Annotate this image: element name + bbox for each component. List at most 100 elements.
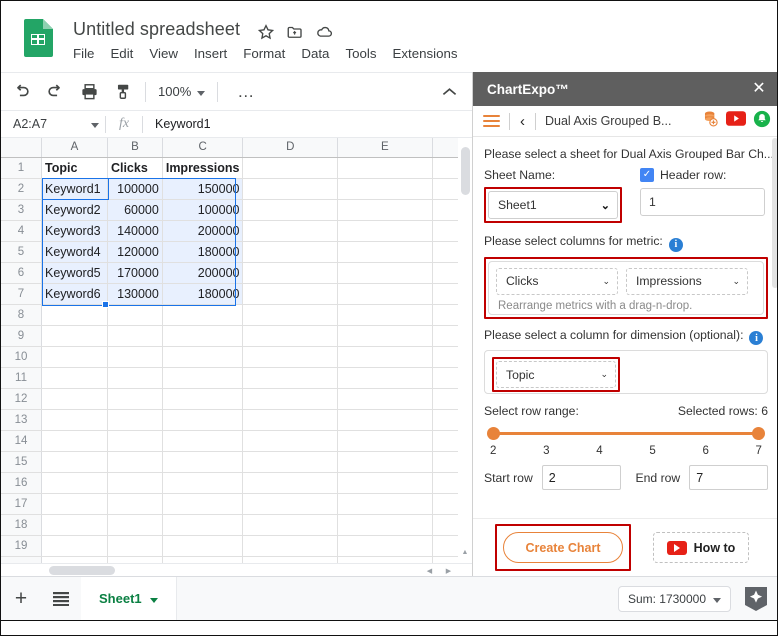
cell-b5[interactable]: 120000: [107, 241, 163, 263]
close-icon[interactable]: ✕: [750, 81, 768, 97]
cell-a12[interactable]: [41, 388, 108, 410]
row-number-10[interactable]: 10: [1, 346, 43, 368]
fill-handle[interactable]: [102, 301, 109, 308]
cell-e6[interactable]: [337, 262, 433, 284]
metric-select-clicks[interactable]: Clicks ⌄: [496, 267, 618, 295]
row-number-3[interactable]: 3: [1, 199, 43, 221]
cell-a7[interactable]: Keyword6: [41, 283, 108, 305]
cell-b10[interactable]: [107, 346, 163, 368]
cell-d6[interactable]: [242, 262, 339, 284]
row-number-15[interactable]: 15: [1, 451, 43, 473]
cell-b11[interactable]: [107, 367, 163, 389]
horizontal-scrollbar-thumb[interactable]: [49, 566, 115, 575]
cell-e15[interactable]: [337, 451, 433, 473]
cell-e2[interactable]: [337, 178, 433, 200]
menu-item-edit[interactable]: Edit: [110, 46, 133, 61]
cell-e7[interactable]: [337, 283, 433, 305]
cell-d11[interactable]: [242, 367, 339, 389]
menu-item-view[interactable]: View: [149, 46, 178, 61]
cell-b12[interactable]: [107, 388, 163, 410]
cell-d13[interactable]: [242, 409, 339, 431]
cell-a15[interactable]: [41, 451, 108, 473]
cell-e16[interactable]: [337, 472, 433, 494]
cell-a6[interactable]: Keyword5: [41, 262, 108, 284]
cell-a9[interactable]: [41, 325, 108, 347]
cell-a8[interactable]: [41, 304, 108, 326]
cell-c4[interactable]: 200000: [162, 220, 244, 242]
cell-e3[interactable]: [337, 199, 433, 221]
cell-c6[interactable]: 200000: [162, 262, 244, 284]
cell-c7[interactable]: 180000: [162, 283, 244, 305]
cell-d10[interactable]: [242, 346, 339, 368]
panel-scrollbar-thumb[interactable]: [772, 138, 777, 288]
cell-e1[interactable]: [337, 157, 433, 179]
cell-c18[interactable]: [162, 514, 244, 536]
cell-d5[interactable]: [242, 241, 339, 263]
header-row-input[interactable]: 1: [640, 188, 765, 216]
column-header-d[interactable]: D: [242, 138, 339, 158]
menu-item-data[interactable]: Data: [301, 46, 329, 61]
cell-b7[interactable]: 130000: [107, 283, 163, 305]
cell-c1[interactable]: Impressions: [162, 157, 244, 179]
cell-a19[interactable]: [41, 535, 108, 557]
cell-e11[interactable]: [337, 367, 433, 389]
cell-a2[interactable]: Keyword1: [41, 178, 108, 200]
add-data-icon[interactable]: [702, 110, 719, 132]
header-row-checkbox[interactable]: ✓: [640, 168, 654, 182]
row-number-1[interactable]: 1: [1, 157, 43, 179]
dimension-select[interactable]: Topic ⌄: [496, 361, 616, 388]
cell-b13[interactable]: [107, 409, 163, 431]
cell-b6[interactable]: 170000: [107, 262, 163, 284]
row-number-13[interactable]: 13: [1, 409, 43, 431]
column-header-a[interactable]: A: [41, 138, 108, 158]
row-number-5[interactable]: 5: [1, 241, 43, 263]
row-number-19[interactable]: 19: [1, 535, 43, 557]
metric-select-impressions[interactable]: Impressions ⌄: [626, 267, 748, 295]
cell-c19[interactable]: [162, 535, 244, 557]
select-all-corner[interactable]: [1, 138, 43, 158]
row-number-9[interactable]: 9: [1, 325, 43, 347]
print-icon[interactable]: [75, 78, 103, 106]
row-number-14[interactable]: 14: [1, 430, 43, 452]
more-options-button[interactable]: …: [232, 78, 260, 106]
cell-d9[interactable]: [242, 325, 339, 347]
scroll-up-icon[interactable]: ▲: [458, 545, 472, 559]
cell-b18[interactable]: [107, 514, 163, 536]
menu-item-tools[interactable]: Tools: [345, 46, 376, 61]
youtube-icon[interactable]: [726, 111, 746, 131]
cell-c11[interactable]: [162, 367, 244, 389]
cell-b1[interactable]: Clicks: [107, 157, 163, 179]
cell-b16[interactable]: [107, 472, 163, 494]
cell-d12[interactable]: [242, 388, 339, 410]
row-number-8[interactable]: 8: [1, 304, 43, 326]
row-number-11[interactable]: 11: [1, 367, 43, 389]
notification-bell-icon[interactable]: [753, 110, 771, 133]
cell-b8[interactable]: [107, 304, 163, 326]
cell-a5[interactable]: Keyword4: [41, 241, 108, 263]
cell-a10[interactable]: [41, 346, 108, 368]
cell-a17[interactable]: [41, 493, 108, 515]
cell-e4[interactable]: [337, 220, 433, 242]
cell-c2[interactable]: 150000: [162, 178, 244, 200]
cell-c5[interactable]: 180000: [162, 241, 244, 263]
cell-e9[interactable]: [337, 325, 433, 347]
cell-d2[interactable]: [242, 178, 339, 200]
cell-a16[interactable]: [41, 472, 108, 494]
cell-a14[interactable]: [41, 430, 108, 452]
zoom-selector[interactable]: 100%: [154, 84, 209, 99]
cell-b4[interactable]: 140000: [107, 220, 163, 242]
row-number-12[interactable]: 12: [1, 388, 43, 410]
cell-d7[interactable]: [242, 283, 339, 305]
row-number-4[interactable]: 4: [1, 220, 43, 242]
sheet-name-select[interactable]: Sheet1 ⌄: [488, 191, 618, 219]
cell-b15[interactable]: [107, 451, 163, 473]
cell-c13[interactable]: [162, 409, 244, 431]
name-box[interactable]: A2:A7: [1, 111, 105, 138]
menu-item-file[interactable]: File: [73, 46, 94, 61]
cell-d8[interactable]: [242, 304, 339, 326]
cell-e8[interactable]: [337, 304, 433, 326]
column-header-e[interactable]: E: [337, 138, 433, 158]
explore-sparkle-icon[interactable]: [742, 585, 770, 613]
menu-item-insert[interactable]: Insert: [194, 46, 227, 61]
cell-b19[interactable]: [107, 535, 163, 557]
